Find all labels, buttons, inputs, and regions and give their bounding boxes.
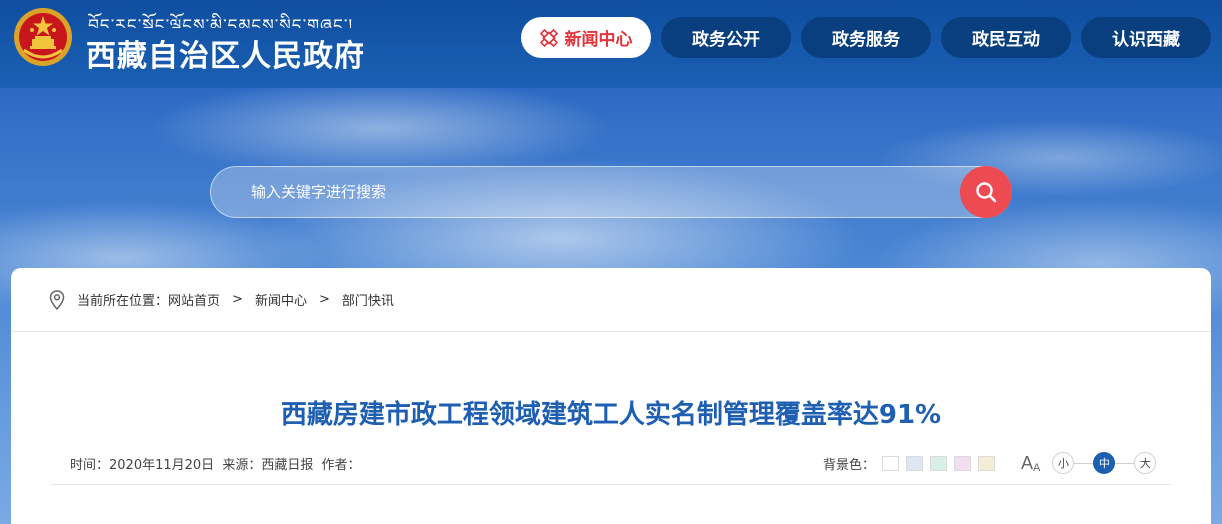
source-label: 来源：: [222, 458, 262, 473]
breadcrumb-prefix: 当前所在位置：: [77, 294, 169, 309]
breadcrumb-separator: >: [318, 292, 330, 307]
search-box: [210, 166, 1012, 218]
nav-item-government-affairs-open[interactable]: 政务公开: [661, 17, 791, 58]
author-label: 作者：: [321, 458, 361, 473]
nav-label: 新闻中心: [564, 30, 633, 50]
nav-label: 认识西藏: [1112, 30, 1180, 50]
publish-date: 2020年11月20日: [109, 458, 215, 473]
background-color-label: 背景色：: [823, 457, 876, 473]
background-color-picker: 背景色：: [823, 452, 996, 474]
font-size-medium-button[interactable]: 中: [1093, 452, 1116, 474]
breadcrumb-news-center-link[interactable]: 新闻中心: [255, 290, 307, 309]
source-value: 西藏日报: [261, 458, 314, 473]
nav-item-know-tibet[interactable]: 认识西藏: [1081, 17, 1211, 58]
nav-item-public-interaction[interactable]: 政民互动: [941, 17, 1071, 58]
main-nav: 新闻中心 政务公开 政务服务 政民互动 认识西藏: [0, 17, 1222, 58]
font-size-track: [1074, 462, 1094, 464]
article-meta: 时间：2020年11月20日 来源：西藏日报 作者：: [70, 454, 365, 473]
breadcrumb: 当前所在位置： 网站首页 > 新闻中心 > 部门快讯: [11, 268, 1211, 332]
knot-icon: [539, 28, 558, 47]
bg-swatch-yellow[interactable]: [978, 455, 996, 471]
site-header: བོད་རང་སྐྱོང་ལྗོངས་མི་དམངས་སྲིད་གཞུང་། 西…: [0, 0, 1222, 88]
time-label: 时间：: [70, 458, 110, 473]
bg-swatch-pink[interactable]: [954, 455, 972, 471]
meta-divider: [51, 484, 1171, 485]
breadcrumb-separator: >: [232, 292, 243, 307]
nav-item-news-center[interactable]: 新闻中心: [521, 17, 651, 58]
nav-item-government-services[interactable]: 政务服务: [801, 17, 931, 58]
bg-swatch-green[interactable]: [930, 455, 948, 471]
location-pin-icon: [49, 289, 65, 310]
search-button[interactable]: [960, 166, 1012, 218]
nav-label: 政务公开: [692, 30, 760, 50]
font-size-selector: AA 小 中 大: [1021, 451, 1157, 475]
breadcrumb-home-link[interactable]: 网站首页: [168, 290, 220, 309]
font-size-small-button[interactable]: 小: [1052, 452, 1075, 474]
font-size-icon: AA: [1021, 452, 1041, 474]
breadcrumb-department-news-link[interactable]: 部门快讯: [342, 290, 394, 309]
bg-swatch-blue[interactable]: [906, 455, 924, 471]
search-input[interactable]: [251, 167, 951, 217]
article-title: 西藏房建市政工程领域建筑工人实名制管理覆盖率达91%: [280, 400, 942, 430]
font-size-track: [1115, 462, 1135, 464]
bg-swatch-white[interactable]: [882, 455, 900, 471]
font-size-large-button[interactable]: 大: [1134, 452, 1157, 474]
article-card: 当前所在位置： 网站首页 > 新闻中心 > 部门快讯 西藏房建市政工程领域建筑工…: [11, 268, 1211, 524]
nav-label: 政务服务: [832, 30, 900, 50]
nav-label: 政民互动: [972, 30, 1040, 50]
search-icon: [976, 182, 997, 203]
